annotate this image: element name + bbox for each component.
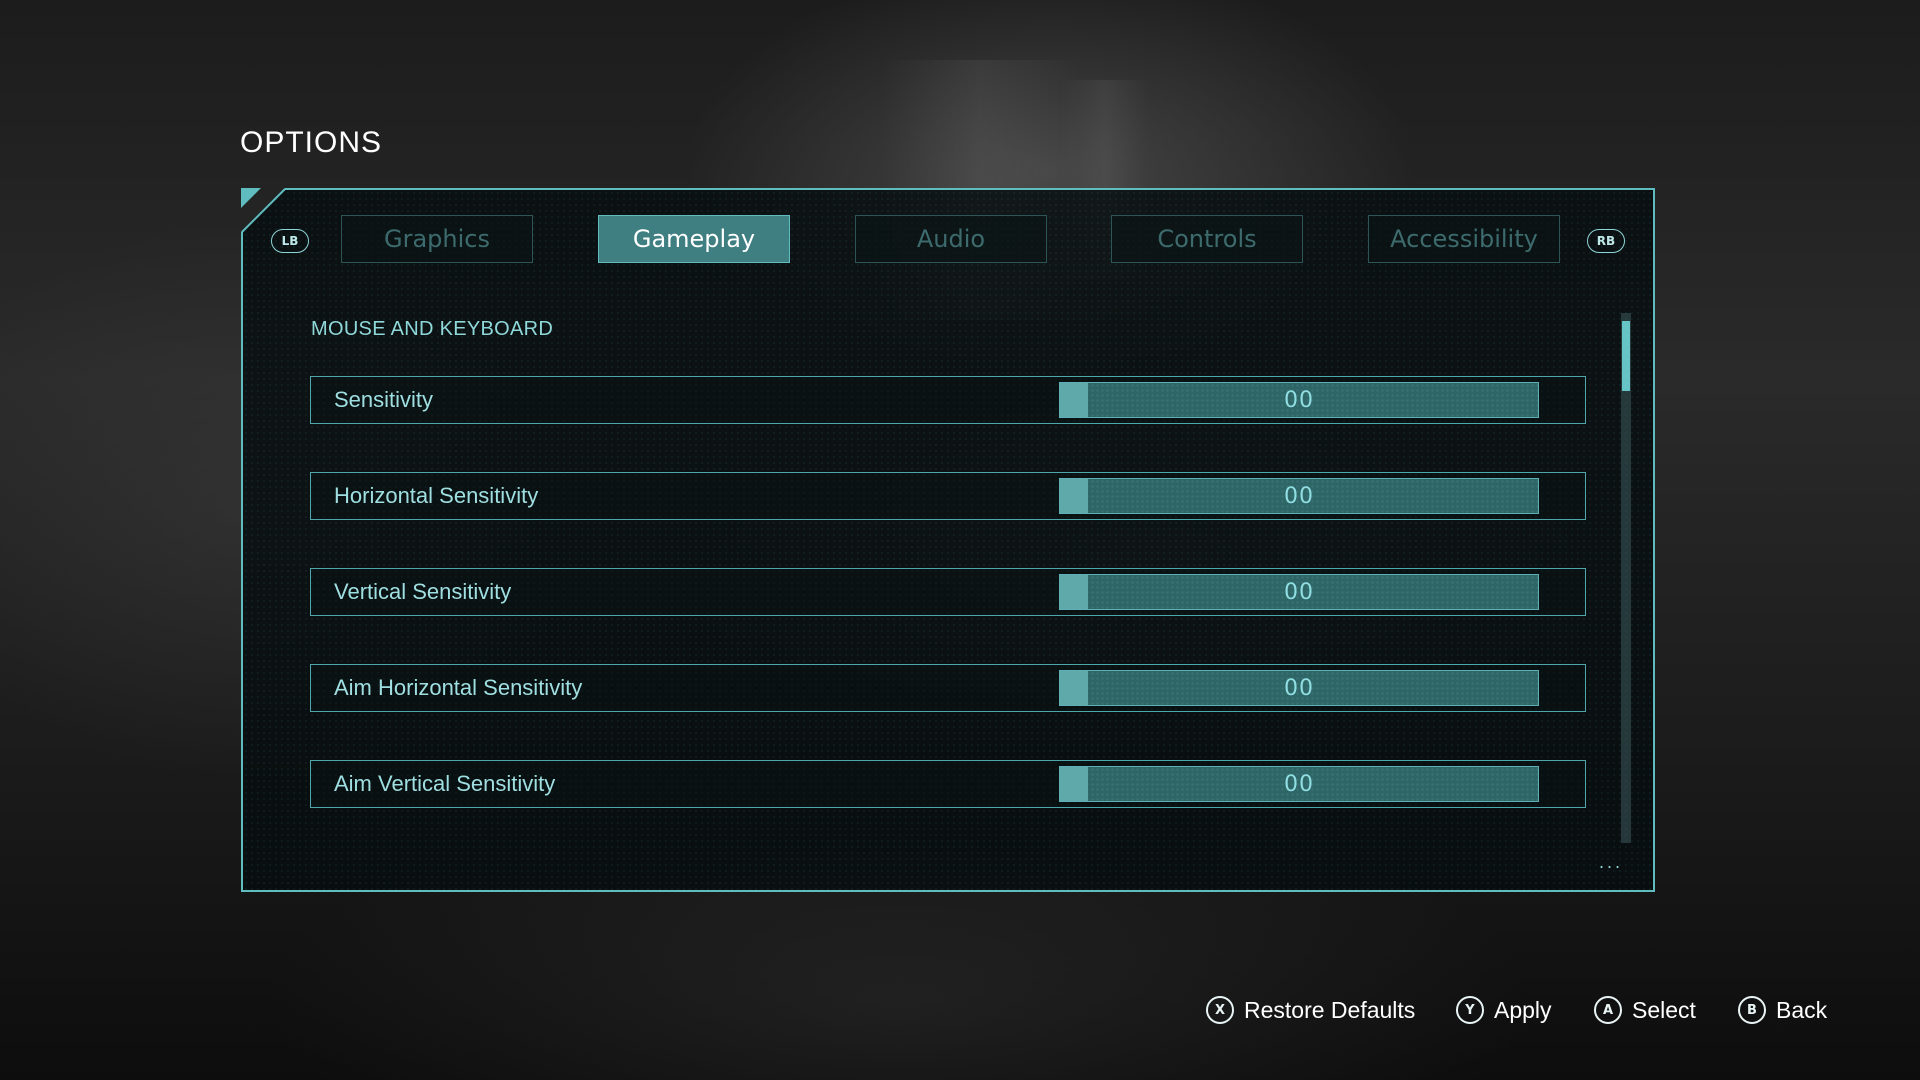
slider-value: 00: [1284, 675, 1314, 701]
apply-label: Apply: [1494, 996, 1552, 1023]
aim-horizontal-sensitivity-slider[interactable]: 00: [1059, 670, 1539, 706]
aim-vertical-sensitivity-slider[interactable]: 00: [1059, 766, 1539, 802]
slider-value: 00: [1284, 771, 1314, 797]
footer-restore-defaults[interactable]: X Restore Defaults: [1206, 990, 1415, 1030]
setting-row-aim-vertical-sensitivity[interactable]: Aim Vertical Sensitivity 00: [310, 760, 1586, 808]
page-title: OPTIONS: [240, 126, 383, 159]
setting-row-vertical-sensitivity[interactable]: Vertical Sensitivity 00: [310, 568, 1586, 616]
y-button-icon: Y: [1456, 996, 1484, 1024]
tab-bar: LB Graphics Gameplay Audio Controls Acce…: [243, 190, 1653, 270]
setting-row-aim-horizontal-sensitivity[interactable]: Aim Horizontal Sensitivity 00: [310, 664, 1586, 712]
a-button-icon: A: [1594, 996, 1622, 1024]
tab-controls[interactable]: Controls: [1111, 215, 1303, 263]
rb-shoulder-button[interactable]: RB: [1587, 229, 1625, 253]
slider-value: 00: [1284, 483, 1314, 509]
options-panel: LB Graphics Gameplay Audio Controls Acce…: [241, 188, 1655, 892]
tab-graphics[interactable]: Graphics: [341, 215, 533, 263]
restore-defaults-label: Restore Defaults: [1244, 996, 1416, 1023]
setting-label: Vertical Sensitivity: [334, 579, 512, 604]
back-label: Back: [1776, 996, 1828, 1023]
tab-accessibility[interactable]: Accessibility: [1368, 215, 1560, 263]
tab-gameplay[interactable]: Gameplay: [598, 215, 790, 263]
scrollbar-thumb[interactable]: [1622, 321, 1630, 391]
select-label: Select: [1632, 996, 1696, 1023]
tab-audio[interactable]: Audio: [855, 215, 1047, 263]
footer-back[interactable]: B Back: [1738, 990, 1827, 1030]
sensitivity-slider[interactable]: 00: [1059, 382, 1539, 418]
x-button-icon: X: [1206, 996, 1234, 1024]
scrollbar[interactable]: [1621, 313, 1631, 843]
slider-value: 00: [1284, 579, 1314, 605]
vertical-sensitivity-slider[interactable]: 00: [1059, 574, 1539, 610]
setting-label: Aim Horizontal Sensitivity: [334, 675, 583, 700]
setting-label: Sensitivity: [334, 387, 434, 412]
section-heading: MOUSE AND KEYBOARD: [311, 318, 554, 340]
lb-shoulder-button[interactable]: LB: [271, 229, 309, 253]
setting-label: Aim Vertical Sensitivity: [334, 771, 556, 796]
slider-value: 00: [1284, 387, 1314, 413]
footer-select[interactable]: A Select: [1594, 990, 1696, 1030]
setting-label: Horizontal Sensitivity: [334, 483, 539, 508]
horizontal-sensitivity-slider[interactable]: 00: [1059, 478, 1539, 514]
more-indicator: ...: [1599, 852, 1624, 872]
setting-row-horizontal-sensitivity[interactable]: Horizontal Sensitivity 00: [310, 472, 1586, 520]
b-button-icon: B: [1738, 996, 1766, 1024]
setting-row-sensitivity[interactable]: Sensitivity 00: [310, 376, 1586, 424]
footer-apply[interactable]: Y Apply: [1456, 990, 1552, 1030]
